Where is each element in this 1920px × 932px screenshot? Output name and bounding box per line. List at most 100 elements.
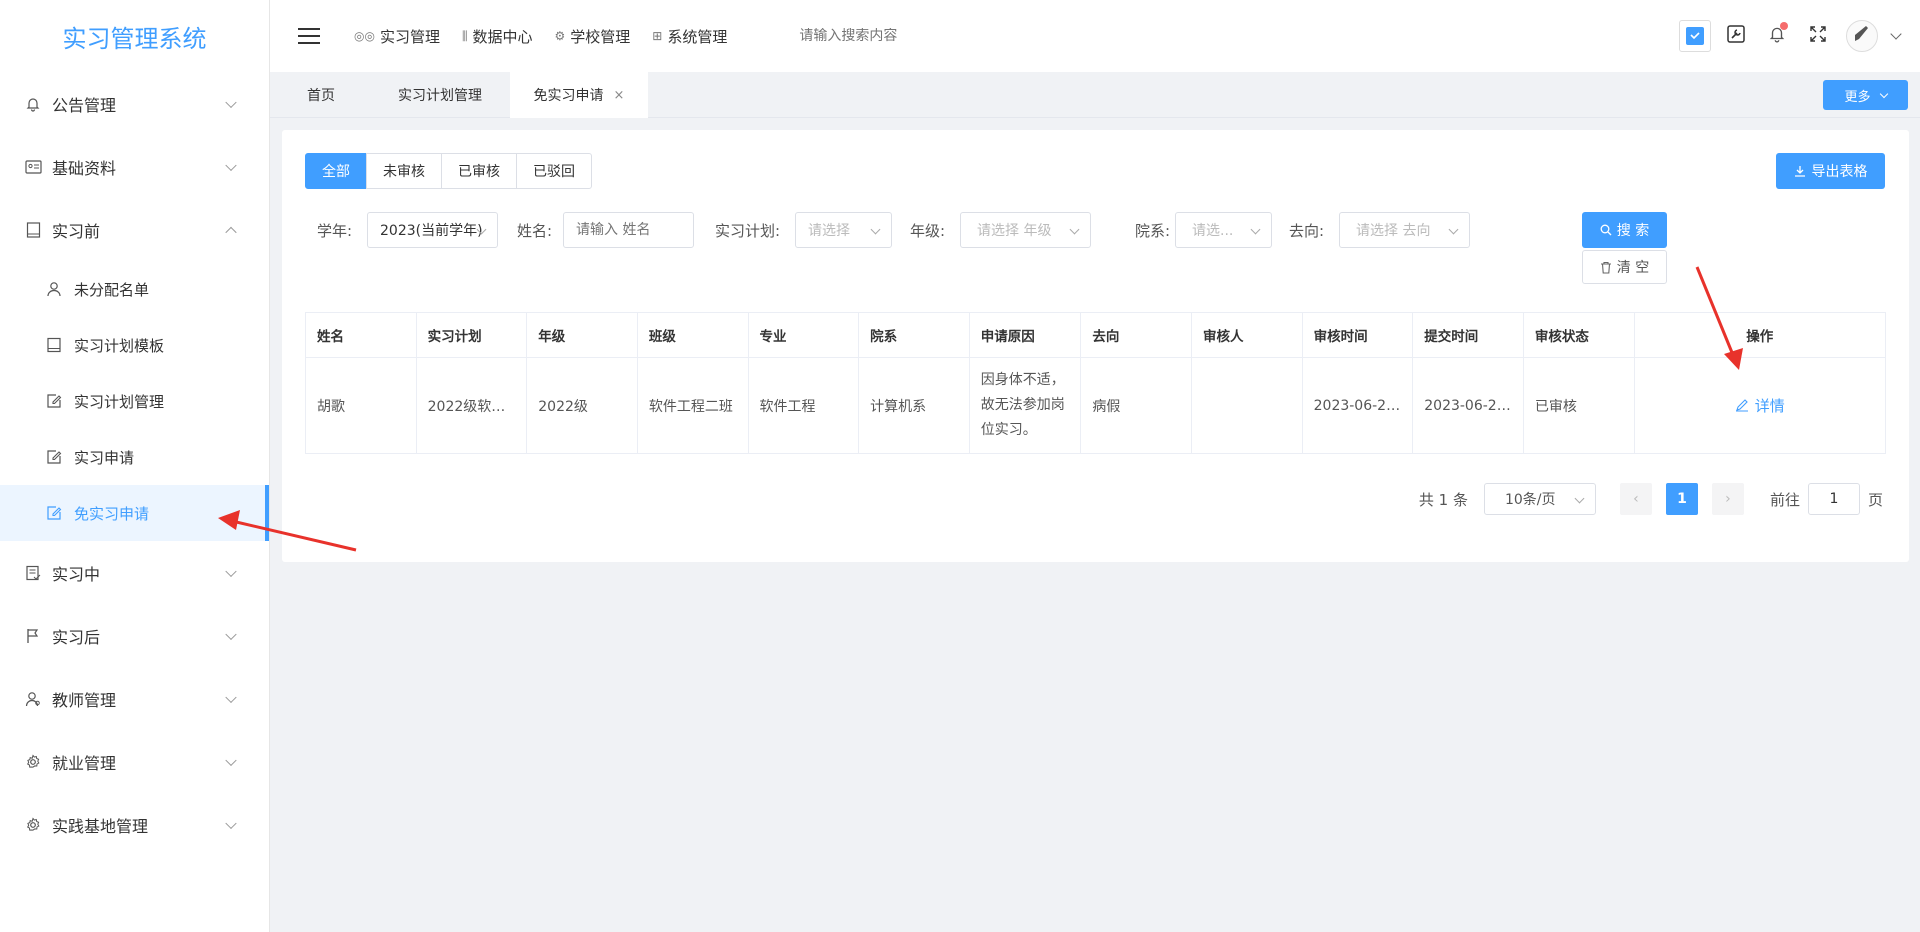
col-header: 审核人 — [1191, 312, 1303, 358]
name-input[interactable] — [563, 212, 694, 248]
menu-teacher-management[interactable]: 教师管理 — [0, 667, 269, 730]
detail-link[interactable]: 详情 — [1735, 395, 1785, 416]
tab-label: 实习计划管理 — [398, 88, 482, 104]
chevron-down-icon[interactable] — [1890, 28, 1902, 40]
page-size-select[interactable]: 10条/页 — [1483, 483, 1596, 515]
tab-home[interactable]: 首页 — [270, 72, 372, 118]
year-select[interactable]: 2023(当前学年) — [367, 212, 498, 248]
avatar[interactable] — [1846, 20, 1878, 52]
menu-practice-base[interactable]: 实践基地管理 — [0, 793, 269, 856]
sidebar-item-unassigned[interactable]: 未分配名单 — [0, 261, 269, 317]
trash-icon — [1600, 261, 1612, 274]
sidebar-item-plan-management[interactable]: 实习计划管理 — [0, 373, 269, 429]
status-tab-reviewed[interactable]: 已审核 — [441, 153, 517, 189]
status-tab-all[interactable]: 全部 — [305, 153, 367, 189]
plan-select[interactable]: 请选择 — [795, 212, 892, 248]
nav-label: 系统管理 — [667, 27, 728, 46]
cell-review-time: 2023-06-28… — [1301, 357, 1414, 454]
col-header: 审核时间 — [1301, 312, 1414, 358]
page-number[interactable]: 1 — [1665, 483, 1698, 515]
menu-label: 实习前 — [52, 221, 101, 241]
top-nav-internship[interactable]: ◎◎ 实习管理 — [354, 26, 440, 47]
menu-toggle-icon[interactable] — [298, 28, 320, 44]
theme-toggle-button[interactable] — [1679, 20, 1711, 52]
col-header: 院系 — [858, 312, 970, 358]
next-page-button[interactable]: › — [1711, 483, 1744, 515]
menu-pre-internship[interactable]: 实习前 — [0, 198, 269, 261]
notification-button[interactable] — [1761, 20, 1793, 52]
cell-grade: 2022级 — [526, 357, 638, 454]
menu-label: 基础资料 — [52, 158, 117, 178]
menu-label: 实习后 — [52, 627, 101, 647]
search-icon — [1600, 224, 1612, 236]
top-nav-system[interactable]: ⊞ 系统管理 — [652, 26, 727, 47]
menu-employment-management[interactable]: 就业管理 — [0, 730, 269, 793]
tools-button[interactable] — [1720, 20, 1752, 52]
chevron-down-icon — [870, 224, 881, 235]
gear-icon — [24, 816, 42, 834]
col-header: 提交时间 — [1412, 312, 1524, 358]
sidebar-item-plan-template[interactable]: 实习计划模板 — [0, 317, 269, 373]
menu-basic-data[interactable]: 基础资料 — [0, 135, 269, 198]
chevron-down-icon — [225, 628, 237, 640]
export-button[interactable]: 导出表格 — [1776, 153, 1885, 189]
grade-placeholder: 请选择 年级 — [977, 223, 1052, 239]
cell-action: 详情 — [1633, 357, 1886, 454]
top-header: ◎◎ 实习管理 ⫼ 数据中心 ⚙ 学校管理 ⊞ 系统管理 — [270, 0, 1920, 72]
chevron-down-icon — [225, 159, 237, 171]
global-search-input[interactable] — [799, 28, 1000, 44]
checkbox-icon — [1686, 27, 1704, 45]
menu-post-internship[interactable]: 实习后 — [0, 604, 269, 667]
grade-select[interactable]: 请选择 年级 — [960, 212, 1091, 248]
top-nav-data-center[interactable]: ⫼ 数据中心 — [462, 26, 533, 47]
brush-icon — [1852, 24, 1872, 48]
tab-exemption-apply[interactable]: 免实习申请 × — [510, 72, 648, 118]
status-tab-rejected[interactable]: 已驳回 — [516, 153, 592, 189]
col-header: 姓名 — [305, 312, 417, 358]
search-button[interactable]: 搜 索 — [1582, 212, 1667, 248]
status-tab-unreviewed[interactable]: 未审核 — [366, 153, 442, 189]
table-header-row: 姓名 实习计划 年级 班级 专业 院系 申请原因 去向 审核人 审核时间 提交时… — [305, 312, 1886, 358]
page-size-value: 10条/页 — [1504, 492, 1556, 508]
download-icon — [1794, 165, 1806, 177]
tab-plan-management[interactable]: 实习计划管理 — [372, 72, 508, 118]
dept-select[interactable]: 请选... — [1175, 212, 1272, 248]
export-label: 导出表格 — [1811, 164, 1868, 180]
status-filter-tabs: 全部 未审核 已审核 已驳回 — [305, 153, 592, 189]
cell-name: 胡歌 — [305, 357, 417, 454]
chevron-down-icon — [225, 754, 237, 766]
sidebar-item-exemption-apply[interactable]: 免实习申请 — [0, 485, 269, 541]
sidebar-item-internship-apply[interactable]: 实习申请 — [0, 429, 269, 485]
table-row: 胡歌 2022级软件… 2022级 软件工程二班 软件工程 计算机系 因身体不适… — [305, 357, 1886, 454]
clear-label: 清 空 — [1616, 260, 1650, 276]
menu-during-internship[interactable]: 实习中 — [0, 541, 269, 604]
top-nav-school[interactable]: ⚙ 学校管理 — [555, 26, 631, 47]
flag-icon — [24, 627, 42, 645]
col-header: 班级 — [636, 312, 749, 358]
menu-label: 公告管理 — [52, 95, 117, 115]
clear-button[interactable]: 清 空 — [1582, 250, 1667, 284]
total-count: 共 1 条 — [1418, 490, 1468, 509]
glasses-icon: ◎◎ — [354, 29, 375, 43]
goto-page-input[interactable] — [1807, 483, 1860, 515]
destination-select[interactable]: 请选择 去向 — [1339, 212, 1470, 248]
more-button[interactable]: 更多 — [1823, 80, 1908, 110]
sub-label: 未分配名单 — [74, 280, 150, 299]
dept-placeholder: 请选... — [1192, 223, 1234, 239]
menu-announcement[interactable]: 公告管理 — [0, 72, 269, 135]
notification-dot — [1780, 22, 1788, 30]
fullscreen-button[interactable] — [1802, 20, 1834, 52]
app-title: 实习管理系统 — [62, 24, 207, 53]
cell-plan: 2022级软件… — [415, 357, 528, 454]
search-label: 搜 索 — [1616, 223, 1650, 239]
user-icon — [46, 281, 62, 297]
plan-placeholder: 请选择 — [808, 223, 850, 239]
cell-major: 软件工程 — [747, 357, 860, 454]
dept-label: 院系: — [1135, 221, 1171, 240]
goto-suffix: 页 — [1867, 490, 1883, 509]
id-card-icon — [24, 158, 42, 176]
edit-doc-icon — [46, 449, 62, 465]
close-icon[interactable]: × — [614, 88, 625, 103]
destination-label: 去向: — [1289, 221, 1325, 240]
prev-page-button[interactable]: ‹ — [1619, 483, 1652, 515]
